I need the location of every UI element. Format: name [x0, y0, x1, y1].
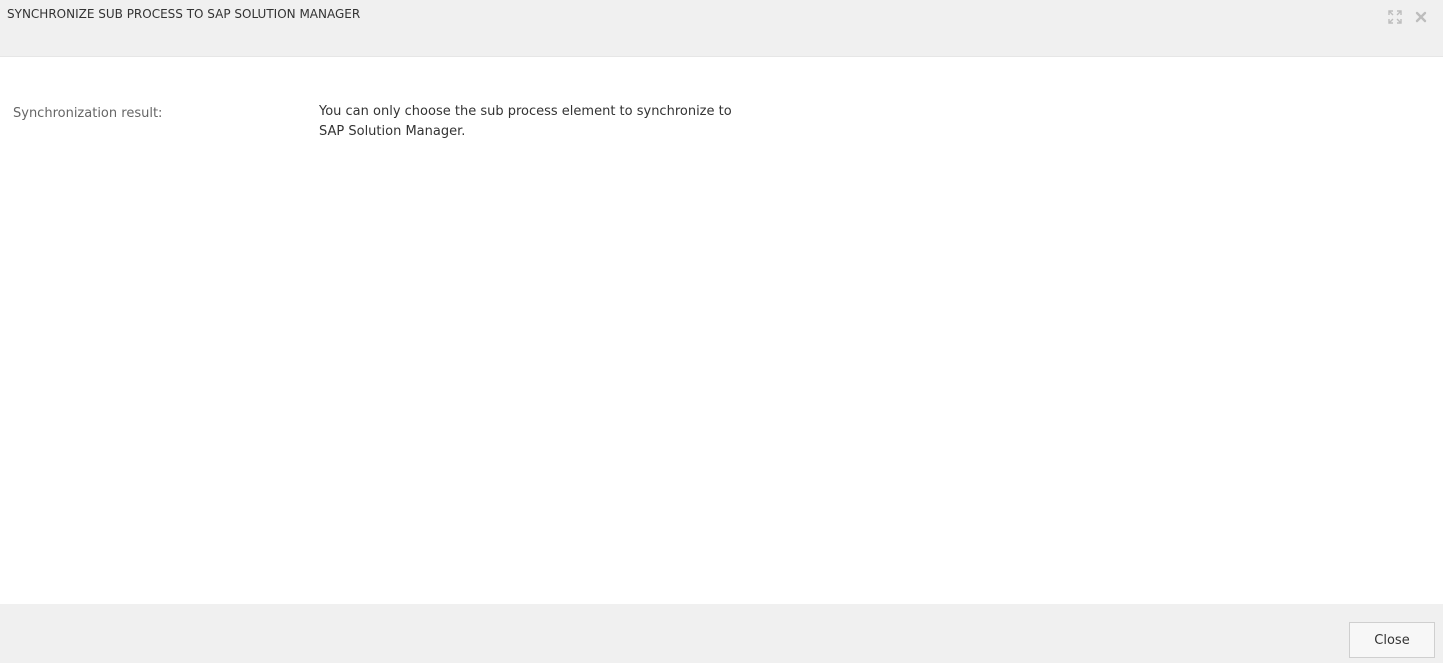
dialog-header: SYNCHRONIZE SUB PROCESS TO SAP SOLUTION …	[0, 0, 1443, 57]
sync-dialog: SYNCHRONIZE SUB PROCESS TO SAP SOLUTION …	[0, 0, 1443, 663]
result-message: You can only choose the sub process elem…	[319, 104, 732, 139]
result-label: Synchronization result:	[13, 106, 163, 121]
dialog-content: Synchronization result: You can only cho…	[0, 58, 1443, 604]
dialog-footer: Close	[0, 604, 1443, 663]
dialog-title: SYNCHRONIZE SUB PROCESS TO SAP SOLUTION …	[7, 7, 361, 21]
close-icon[interactable]	[1413, 9, 1429, 25]
close-button[interactable]: Close	[1349, 622, 1435, 658]
expand-icon[interactable]	[1387, 9, 1403, 25]
